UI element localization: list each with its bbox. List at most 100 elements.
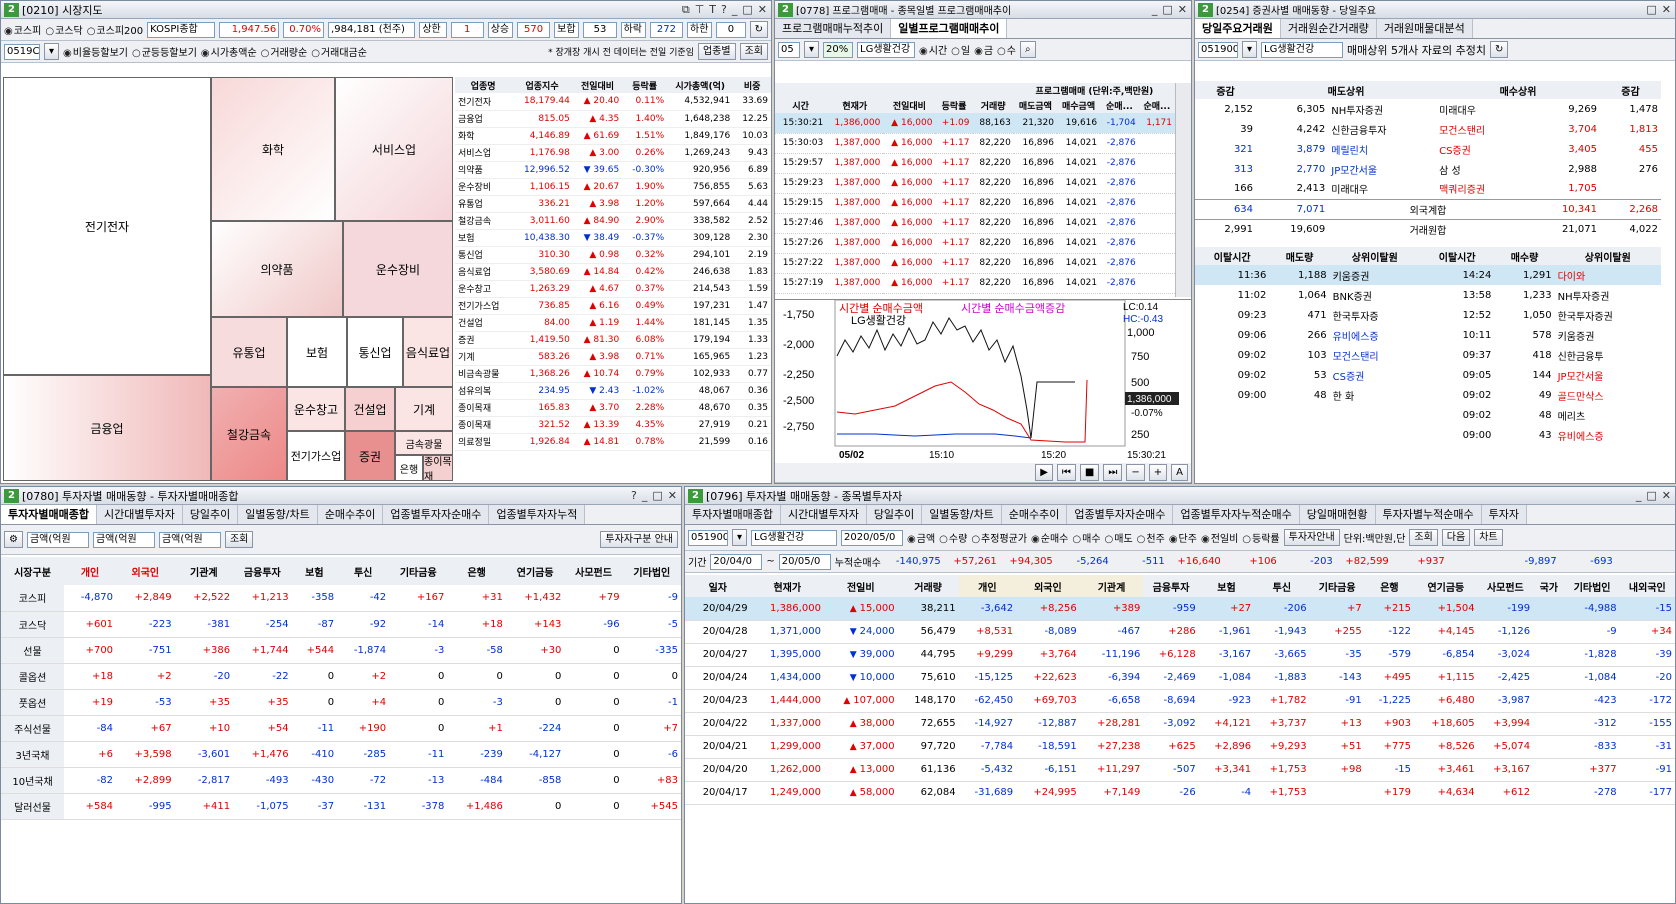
text-icon[interactable]: A <box>1171 464 1188 481</box>
title-bar[interactable]: 2 [0210] 시장지도 ⧉ ⊤ T? _ □ ✕ <box>1 1 771 19</box>
table-row[interactable]: 39 4,242 신한금융투자 모건스탠리 3,704 1,813 <box>1195 119 1661 139</box>
col-header[interactable]: 등락률 <box>935 97 972 113</box>
table-row[interactable]: 20/04/27 1,395,000 ▼ 39,000 44,795 +9,299 +3,… <box>685 643 1675 666</box>
col-header[interactable]: 일자 <box>685 575 751 597</box>
tab-item[interactable]: 투자자 <box>1481 505 1527 524</box>
close-icon[interactable]: ✕ <box>1178 3 1187 16</box>
col-header[interactable]: 업종지수 <box>511 77 573 93</box>
table-row[interactable]: 건설업 84.00 ▲ 1.19 1.44% 181,145 1.35 <box>455 314 771 331</box>
from-date-input[interactable]: 20/04/0 <box>710 553 763 570</box>
prev-icon[interactable]: ⏮ <box>1056 464 1076 481</box>
col-header[interactable]: 상위이탈원 <box>1555 247 1661 265</box>
minimize-icon[interactable]: _ <box>1636 489 1642 502</box>
radio-kospi200[interactable]: 코스피200 <box>87 22 143 37</box>
col-header[interactable]: 국가 <box>1533 575 1564 597</box>
table-row[interactable]: 15:29:57 1,387,000 ▲ 16,000 +1.17 82,220 16,8… <box>775 153 1175 173</box>
treemap-cell-securities[interactable]: 증권 <box>345 431 395 481</box>
col-header[interactable]: 사모펀드 <box>1478 575 1533 597</box>
table-row[interactable]: 2,152 6,305 NH투자증권 미래대우 9,269 1,478 <box>1195 99 1661 119</box>
table-row[interactable]: 코스피 -4,870 +2,849 +2,522 +1,213 -358 -42 +167 +3… <box>1 585 681 611</box>
col-header[interactable]: 비중 <box>733 77 771 93</box>
col-header[interactable]: 은행 <box>447 557 506 585</box>
code-input[interactable]: 0519C <box>4 43 40 60</box>
col-header[interactable]: 증감 <box>1195 81 1256 99</box>
treemap-cell-chemical[interactable]: 화학 <box>211 77 335 221</box>
col-header[interactable]: 사모펀드 <box>564 557 622 585</box>
treemap-cell-transport-equip[interactable]: 운수장비 <box>343 221 453 317</box>
radio-sell[interactable]: 매도 <box>1105 530 1132 545</box>
table-row[interactable]: 09:02 48 메리츠 <box>1195 405 1661 425</box>
col-header[interactable]: 기타법인 <box>623 557 681 585</box>
treemap-cell-finance[interactable]: 금융업 <box>3 375 211 481</box>
col-header[interactable]: 연기금등 <box>1414 575 1478 597</box>
col-header[interactable]: 외국인 <box>116 557 175 585</box>
table-row[interactable]: 의료정밀 1,926.84 ▲ 14.81 0.78% 21,599 0.16 <box>455 433 771 450</box>
table-row[interactable]: 운수장비 1,106.15 ▲ 20.67 1.90% 756,855 5.63 <box>455 178 771 195</box>
font-icon[interactable]: T <box>709 3 716 17</box>
table-row[interactable]: 15:27:26 1,387,000 ▲ 16,000 +1.17 82,220 16,8… <box>775 233 1175 253</box>
settings-icon[interactable]: ⚙ <box>4 531 23 548</box>
col-header[interactable]: 매수량 <box>1494 247 1554 265</box>
table-row[interactable]: 20/04/24 1,434,000 ▼ 10,000 75,610 -15,125 +2… <box>685 666 1675 689</box>
tab-item[interactable]: 당일추이 <box>182 505 239 524</box>
table-row[interactable]: 09:00 43 유비에스증 <box>1195 425 1661 445</box>
treemap-cell-bank[interactable]: 은행 <box>395 455 423 481</box>
col-header[interactable]: 내외국인 <box>1620 575 1675 597</box>
help-icon[interactable]: ? <box>631 489 637 502</box>
table-row[interactable]: 20/04/23 1,444,000 ▲ 107,000 148,170 -62,450… <box>685 689 1675 712</box>
table-row[interactable]: 20/04/21 1,299,000 ▲ 37,000 97,720 -7,784 -18… <box>685 735 1675 758</box>
col-header[interactable]: 현재가 <box>751 575 824 597</box>
refresh-icon[interactable]: ↻ <box>1489 41 1509 58</box>
col-header[interactable]: 기타금융 <box>389 557 447 585</box>
radio-thousand[interactable]: 천주 <box>1137 530 1164 545</box>
col-header[interactable]: 투신 <box>337 557 389 585</box>
tab-item[interactable]: 당일매매현황 <box>1299 505 1376 524</box>
maximize-icon[interactable]: □ <box>652 489 662 502</box>
treemap-cell-electronics[interactable]: 전기전자 <box>3 77 211 375</box>
code-input[interactable]: 05 <box>778 41 800 58</box>
code-input[interactable]: 051900 <box>688 529 728 546</box>
minimize-icon[interactable]: _ <box>732 3 738 17</box>
table-row[interactable]: 10년국채 -82 +2,899 -2,817 -493 -430 -72 -13 -484 -8… <box>1 767 681 793</box>
col-header[interactable]: 증감 <box>1600 81 1661 99</box>
table-row[interactable]: 20/04/29 1,386,000 ▲ 15,000 38,211 -3,642 +8,… <box>685 597 1675 620</box>
table-row[interactable]: 20/04/28 1,371,000 ▼ 24,000 56,479 +8,531 -8,… <box>685 620 1675 643</box>
close-icon[interactable]: ✕ <box>668 489 677 502</box>
radio-net-buy[interactable]: 순매수 <box>1031 530 1069 545</box>
radio-ratio-view[interactable]: 비율등할보기 <box>63 44 128 59</box>
radio-amount[interactable]: 거래대금순 <box>311 44 367 59</box>
date-input[interactable]: 2020/05/0 <box>841 529 904 546</box>
table-row[interactable]: 선물 +700 -751 +386 +1,744 +544 -1,874 -3 -58 +30 0 -… <box>1 637 681 663</box>
investor-guide-button[interactable]: 투자자안내 <box>1283 529 1340 546</box>
table-row[interactable]: 15:30:03 1,387,000 ▲ 16,000 +1.17 82,220 16,8… <box>775 133 1175 153</box>
maximize-icon[interactable]: □ <box>1646 489 1656 502</box>
radio-qty[interactable]: 수량 <box>939 530 967 545</box>
maximize-icon[interactable]: □ <box>1162 3 1172 16</box>
close-icon[interactable]: ✕ <box>758 3 767 17</box>
table-row[interactable]: 3년국채 +6 +3,598 -3,601 +1,476 -410 -285 -11 -239 -… <box>1 741 681 767</box>
search-button[interactable]: ⌕ <box>1019 41 1036 58</box>
table-row[interactable]: 09:06 266 유비에스증 10:11 578 키움증권 <box>1195 325 1661 345</box>
table-row[interactable]: 09:00 48 한 화 09:02 49 골드만삭스 <box>1195 385 1661 405</box>
code-dropdown-icon[interactable]: ▾ <box>804 41 820 58</box>
tab-item[interactable]: 순매수추이 <box>317 505 384 524</box>
col-header[interactable]: 순매... <box>1100 97 1139 113</box>
col-header[interactable]: 매도상위 <box>1256 81 1436 99</box>
radio-change-rate[interactable]: 등락률 <box>1242 530 1280 545</box>
table-row[interactable]: 종이목재 165.83 ▲ 3.70 2.28% 48,670 0.35 <box>455 399 771 416</box>
next-button[interactable]: 다음 <box>1441 529 1471 546</box>
treemap-cell-pharma[interactable]: 의약품 <box>211 221 343 317</box>
tab-item[interactable]: 당일추이 <box>866 505 923 524</box>
treemap-cell-metal-mineral[interactable]: 금속광물 <box>395 431 453 455</box>
table-row[interactable]: 20/04/17 1,249,000 ▲ 58,000 62,084 -31,689 +2… <box>685 781 1675 804</box>
table-row[interactable]: 15:27:22 1,387,000 ▲ 16,000 +1.17 82,220 16,8… <box>775 253 1175 273</box>
minimize-icon[interactable]: _ <box>1152 3 1158 16</box>
col-header[interactable]: 거래량 <box>898 575 959 597</box>
stop-icon[interactable]: ■ <box>1079 464 1100 481</box>
radio-equal-view[interactable]: 균등등할보기 <box>132 44 197 59</box>
select-amount-3[interactable]: 금액(억원 <box>158 531 221 548</box>
table-row[interactable]: 전기전자 18,179.44 ▲ 20.40 0.11% 4,532,941 33.69 <box>455 93 771 110</box>
tab-item[interactable]: 순매수추이 <box>1001 505 1068 524</box>
treemap-cell-retail[interactable]: 유통업 <box>211 317 287 387</box>
table-row[interactable]: 콜옵션 +18 +2 -20 -22 0 +2 0 0 0 0 0 <box>1 663 681 689</box>
